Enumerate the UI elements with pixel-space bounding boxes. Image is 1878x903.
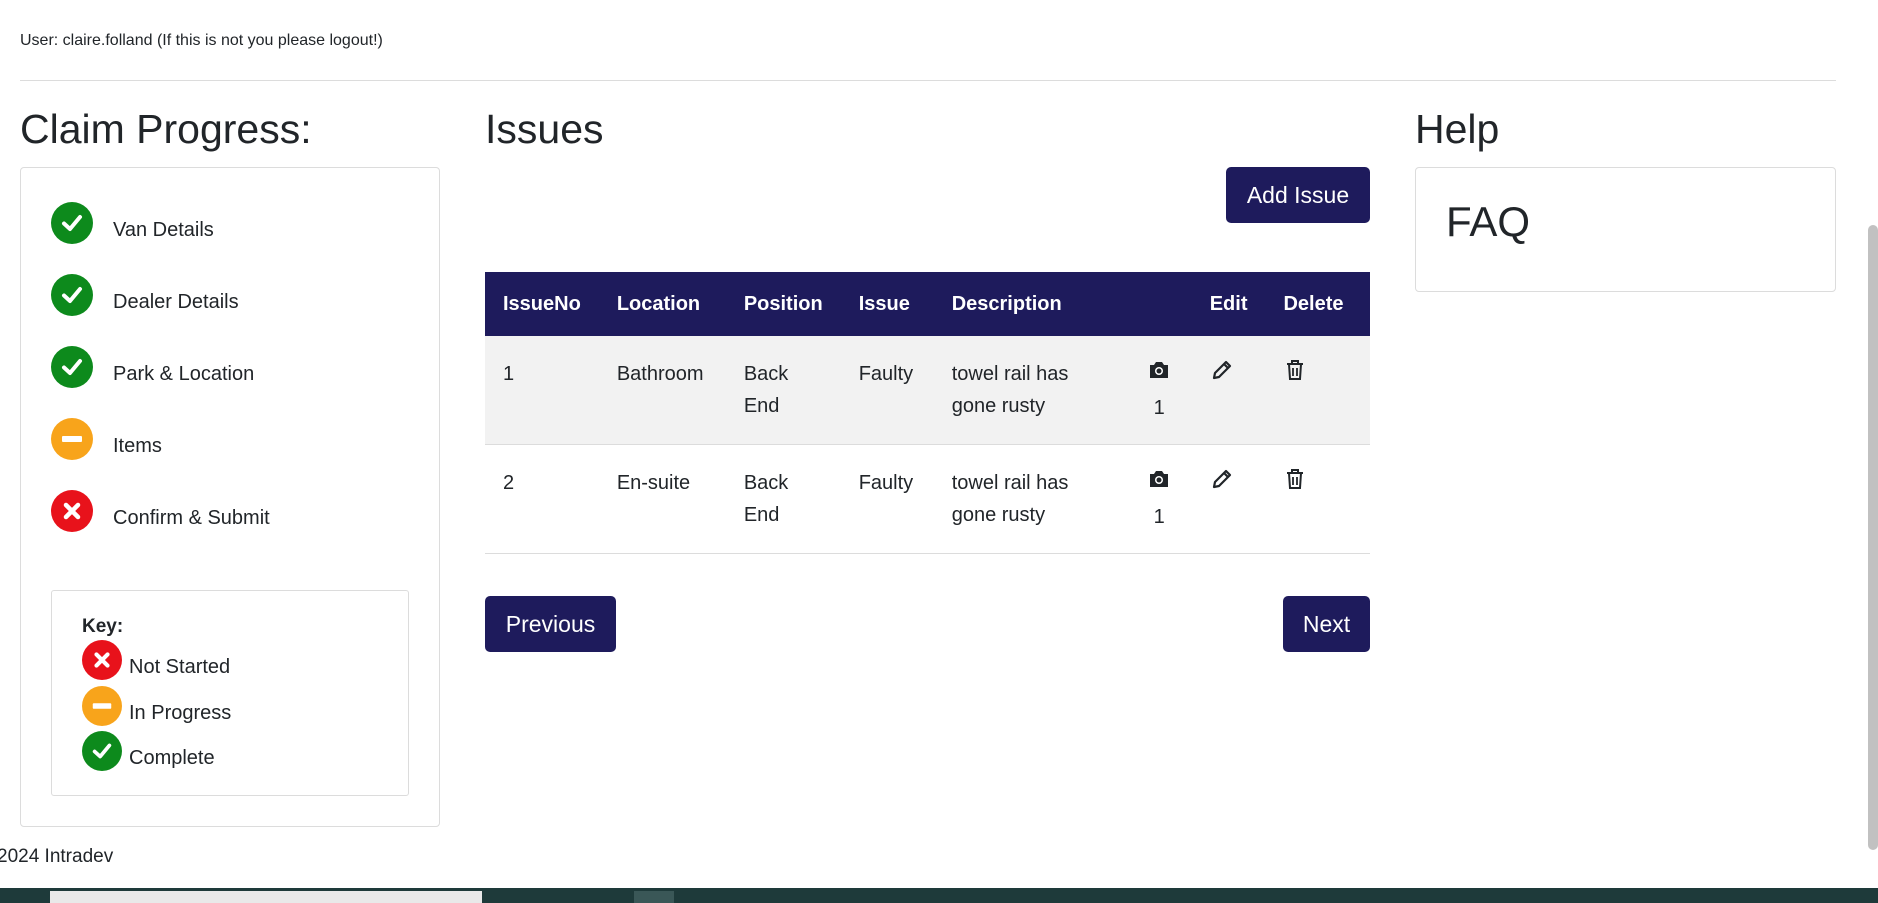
step-label: Van Details bbox=[113, 218, 214, 241]
complete-icon bbox=[82, 731, 122, 771]
camera-icon[interactable] bbox=[1147, 467, 1171, 491]
previous-button[interactable]: Previous bbox=[485, 596, 616, 652]
cell-edit bbox=[1191, 336, 1266, 445]
complete-icon bbox=[51, 274, 93, 316]
trash-icon[interactable] bbox=[1283, 358, 1307, 382]
footer-copyright: 2024 Intradev bbox=[0, 846, 114, 867]
user-line: User: claire.folland (If this is not you… bbox=[20, 32, 383, 49]
edit-pencil-icon[interactable] bbox=[1210, 358, 1234, 382]
table-row: 1 Bathroom Back End Faulty towel rail ha… bbox=[485, 336, 1370, 445]
in-progress-icon bbox=[82, 686, 122, 726]
taskbar-item[interactable] bbox=[50, 891, 482, 903]
issues-table: IssueNo Location Position Issue Descript… bbox=[485, 272, 1370, 554]
cell-location: En-suite bbox=[598, 444, 726, 554]
key-label: Complete bbox=[129, 746, 215, 769]
complete-icon bbox=[51, 202, 93, 244]
key-complete: Complete bbox=[82, 731, 215, 771]
col-issueno: IssueNo bbox=[485, 272, 599, 336]
cell-photos: 1 bbox=[1126, 336, 1192, 445]
faq-link[interactable]: FAQ bbox=[1446, 198, 1530, 246]
key-label: In Progress bbox=[129, 701, 232, 724]
next-button[interactable]: Next bbox=[1283, 596, 1370, 652]
table-header-row: IssueNo Location Position Issue Descript… bbox=[485, 272, 1370, 336]
cell-issue: Faulty bbox=[840, 336, 934, 445]
cell-position: Back End bbox=[725, 444, 841, 554]
step-label: Park & Location bbox=[113, 362, 255, 385]
col-position: Position bbox=[725, 272, 841, 336]
step-label: Dealer Details bbox=[113, 290, 239, 313]
step-label: Items bbox=[113, 434, 162, 457]
in-progress-icon bbox=[51, 418, 93, 460]
col-delete: Delete bbox=[1265, 272, 1370, 336]
key-label: Not Started bbox=[129, 655, 231, 678]
scrollbar[interactable] bbox=[1868, 225, 1878, 850]
col-edit: Edit bbox=[1191, 272, 1266, 336]
status-key: Key: Not Started In Progress Complete bbox=[51, 590, 409, 796]
step-dealer-details[interactable]: Dealer Details bbox=[51, 274, 239, 316]
cell-delete bbox=[1265, 336, 1370, 445]
col-description: Description bbox=[933, 272, 1127, 336]
cell-issue: Faulty bbox=[840, 444, 934, 554]
key-in-progress: In Progress bbox=[82, 686, 231, 726]
cell-position: Back End bbox=[725, 336, 841, 445]
cell-description: towel rail has gone rusty bbox=[933, 444, 1127, 554]
col-photos bbox=[1126, 272, 1192, 336]
not-started-icon bbox=[82, 640, 122, 680]
step-items[interactable]: Items bbox=[51, 418, 162, 460]
cell-delete bbox=[1265, 444, 1370, 554]
photo-count: 1 bbox=[1153, 506, 1165, 528]
camera-icon[interactable] bbox=[1147, 358, 1171, 382]
step-van-details[interactable]: Van Details bbox=[51, 202, 214, 244]
help-title: Help bbox=[1415, 106, 1500, 152]
step-confirm-submit[interactable]: Confirm & Submit bbox=[51, 490, 270, 532]
taskbar-item[interactable] bbox=[634, 891, 674, 903]
key-not-started: Not Started bbox=[82, 640, 230, 680]
cell-description: towel rail has gone rusty bbox=[933, 336, 1127, 445]
edit-pencil-icon[interactable] bbox=[1210, 467, 1234, 491]
col-issue: Issue bbox=[840, 272, 934, 336]
claim-progress-title: Claim Progress: bbox=[20, 106, 312, 152]
cell-location: Bathroom bbox=[598, 336, 726, 445]
col-location: Location bbox=[598, 272, 726, 336]
cell-issueno: 1 bbox=[485, 336, 599, 445]
photo-count: 1 bbox=[1153, 397, 1165, 419]
key-title: Key: bbox=[82, 616, 124, 637]
table-row: 2 En-suite Back End Faulty towel rail ha… bbox=[485, 444, 1370, 554]
taskbar bbox=[0, 888, 1878, 903]
cell-issueno: 2 bbox=[485, 444, 599, 554]
complete-icon bbox=[51, 346, 93, 388]
step-park-location[interactable]: Park & Location bbox=[51, 346, 254, 388]
claim-progress-panel: Van Details Dealer Details Park & Locati… bbox=[20, 167, 440, 827]
not-started-icon bbox=[51, 490, 93, 532]
cell-photos: 1 bbox=[1126, 444, 1192, 554]
issues-title: Issues bbox=[485, 106, 604, 152]
step-label: Confirm & Submit bbox=[113, 506, 270, 529]
faq-panel: FAQ bbox=[1415, 167, 1836, 292]
divider bbox=[20, 80, 1836, 81]
cell-edit bbox=[1191, 444, 1266, 554]
trash-icon[interactable] bbox=[1283, 467, 1307, 491]
add-issue-button[interactable]: Add Issue bbox=[1226, 167, 1370, 223]
